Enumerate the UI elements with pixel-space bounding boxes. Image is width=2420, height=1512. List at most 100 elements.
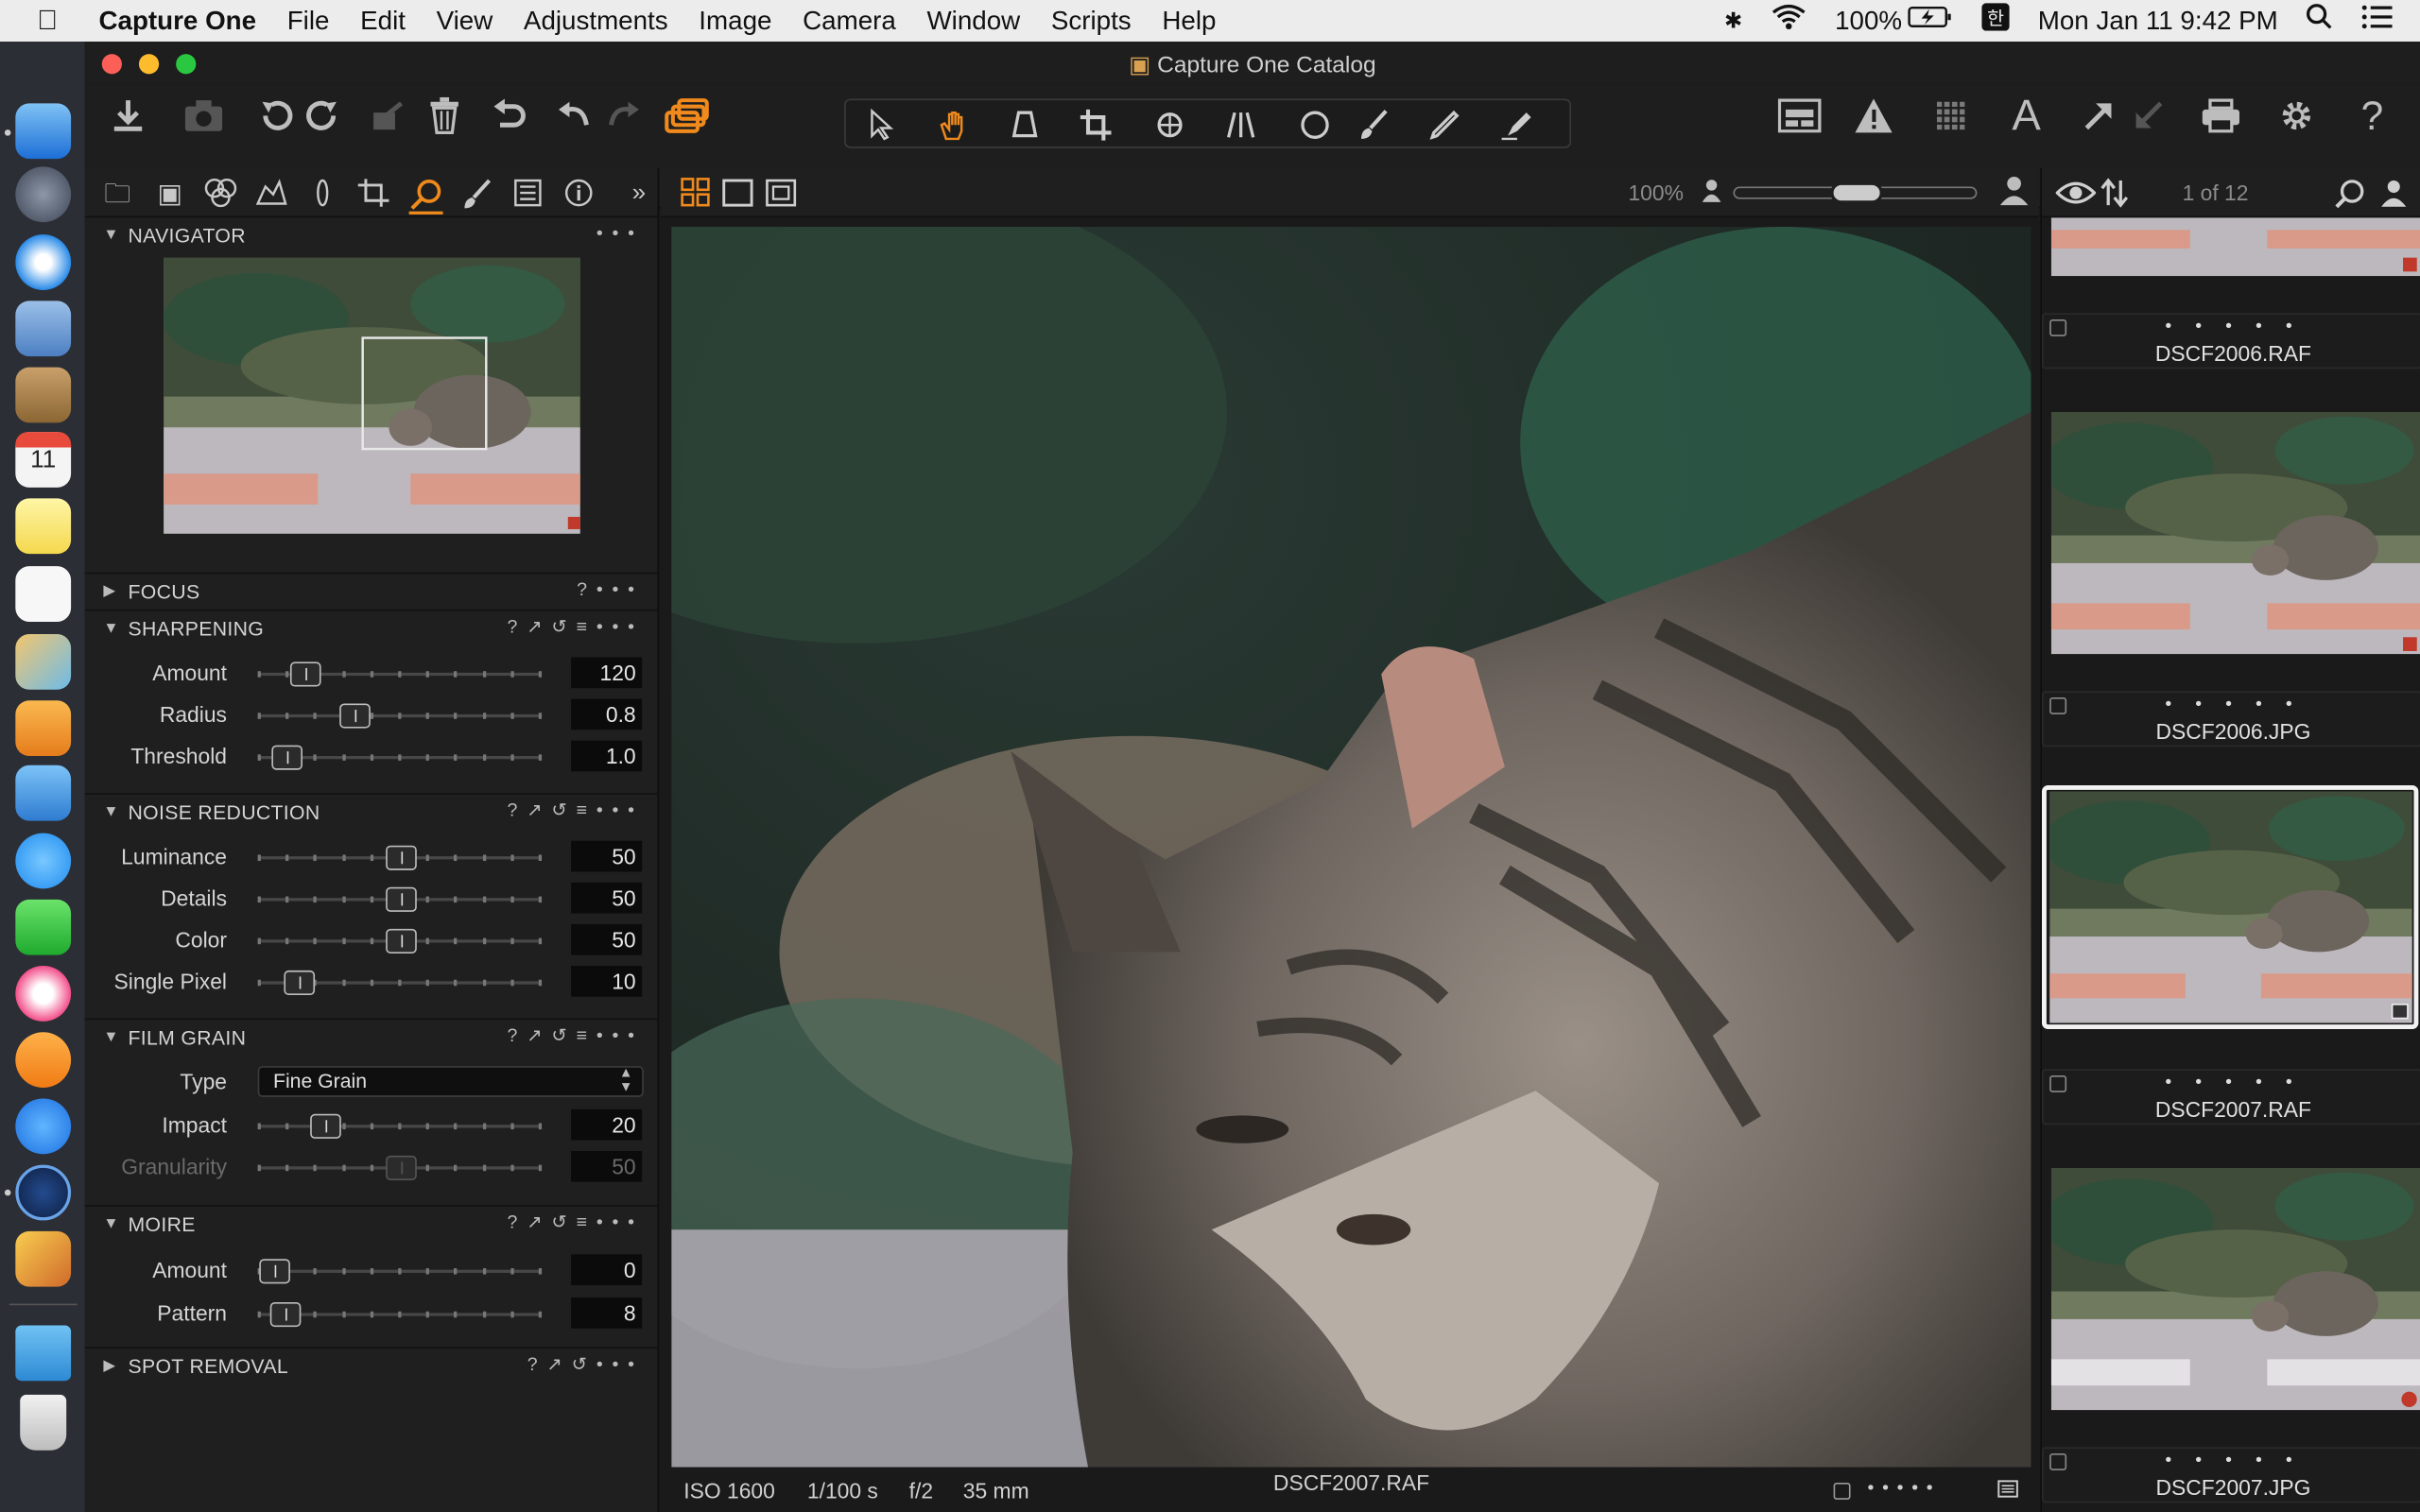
menu-clock[interactable]: Mon Jan 11 9:42 PM — [2038, 6, 2278, 37]
menu-scripts[interactable]: Scripts — [1051, 6, 1132, 37]
browser-search-icon[interactable] — [2334, 178, 2368, 219]
impact-value-field[interactable]: 20 — [571, 1108, 643, 1141]
thumbnail-rating[interactable]: • • • • • — [2044, 315, 2420, 336]
select-tool-icon[interactable] — [858, 100, 908, 149]
capture-camera-icon[interactable] — [179, 91, 228, 140]
slider-thumb[interactable] — [339, 703, 371, 729]
slider-thumb[interactable] — [289, 662, 321, 687]
single-pixel-slider[interactable] — [257, 970, 543, 996]
expand-triangle-icon[interactable]: ▶ — [103, 1357, 118, 1374]
ibooks-icon[interactable] — [15, 1032, 72, 1089]
zoom-slider[interactable] — [1733, 181, 1978, 204]
preferences-gear-icon[interactable] — [2272, 91, 2321, 140]
rotate-right-icon[interactable] — [300, 91, 349, 140]
thumbnail-image[interactable] — [2050, 411, 2420, 655]
tab-capture-camera-icon[interactable]: ▣ — [153, 178, 187, 212]
apple-icon[interactable]:  — [37, 5, 77, 37]
moire-amount-value-field[interactable]: 0 — [571, 1254, 643, 1285]
thumbnail-caption[interactable]: • • • • • DSCF2007.RAF — [2041, 1069, 2420, 1125]
spot-removal-header[interactable]: ▶ SPOT REMOVAL ?↗↺••• — [85, 1349, 659, 1383]
thumbnail-rating[interactable]: • • • • • — [2044, 1449, 2420, 1470]
input-source-icon[interactable]: 한 — [1981, 3, 2011, 39]
tool-header-icons[interactable]: ?↗↺≡••• — [508, 1211, 644, 1233]
trash-icon[interactable] — [20, 1394, 67, 1451]
tab-color-circles-icon[interactable] — [204, 178, 238, 212]
zoom-in-person-icon[interactable] — [1998, 174, 2030, 215]
tab-details-loupe-icon[interactable] — [409, 178, 443, 212]
sharpening-header[interactable]: ▼ SHARPENING ?↗↺≡••• — [85, 611, 659, 645]
text-overlay-icon[interactable]: A — [2002, 91, 2051, 140]
details-slider[interactable] — [257, 886, 543, 912]
capture-one-icon[interactable] — [15, 1164, 72, 1221]
moire-header[interactable]: ▼ MOIRE ?↗↺≡••• — [85, 1207, 659, 1241]
details-value-field[interactable]: 50 — [571, 882, 643, 914]
safari-icon[interactable] — [15, 234, 72, 290]
notification-center-icon[interactable] — [2361, 5, 2393, 37]
thumbnail-rating[interactable]: • • • • • — [2044, 1071, 2420, 1092]
sort-arrows-icon[interactable] — [2100, 178, 2129, 216]
thumbnail-image[interactable] — [2049, 791, 2412, 1023]
exposure-warning-icon[interactable] — [1849, 91, 1898, 140]
tab-metadata-info-icon[interactable] — [562, 178, 596, 212]
color-slider[interactable] — [257, 928, 543, 954]
zoom-out-person-icon[interactable] — [1701, 178, 1722, 214]
tab-library-folder-icon[interactable]: 🗀 — [100, 178, 134, 212]
help-and-more-icons[interactable]: ?••• — [577, 578, 644, 600]
iphoto-icon[interactable] — [15, 1230, 72, 1287]
spot-removal-tool-icon[interactable] — [1290, 100, 1340, 149]
view-eye-icon[interactable] — [2055, 178, 2097, 216]
keynote-icon[interactable] — [15, 765, 72, 821]
threshold-slider[interactable] — [257, 745, 543, 770]
copy-apply-icon[interactable] — [662, 91, 711, 140]
grid-icon[interactable] — [1927, 91, 1976, 140]
menu-image[interactable]: Image — [699, 6, 771, 37]
color-tag-icon[interactable] — [1997, 1478, 2019, 1504]
tab-composition-crop-icon[interactable] — [356, 178, 390, 212]
tab-local-adjustments-brush-icon[interactable] — [460, 178, 494, 212]
thumbnail-rating[interactable]: • • • • • — [2044, 693, 2420, 714]
rotate-left-icon[interactable] — [250, 91, 299, 140]
thumbnail-caption[interactable]: • • • • • DSCF2006.JPG — [2041, 691, 2420, 747]
pan-tool-icon[interactable] — [929, 100, 978, 149]
multi-view-grid-icon[interactable] — [681, 178, 712, 216]
wifi-icon[interactable] — [1770, 3, 1806, 39]
more-options-icon[interactable]: ••• — [596, 222, 644, 244]
menu-adjustments[interactable]: Adjustments — [524, 6, 668, 37]
color-value-field[interactable]: 50 — [571, 923, 643, 955]
collapse-triangle-icon[interactable]: ▼ — [103, 1215, 118, 1232]
slider-thumb[interactable] — [269, 1301, 302, 1328]
navigator-header[interactable]: ▼ NAVIGATOR ••• — [85, 217, 659, 251]
pattern-slider[interactable] — [257, 1301, 543, 1328]
spotlight-icon[interactable] — [2306, 3, 2333, 39]
tab-exposure-icon[interactable] — [254, 178, 288, 212]
thumbnail-image[interactable] — [2050, 1167, 2420, 1411]
collapse-triangle-icon[interactable]: ▼ — [103, 620, 118, 637]
mail-icon[interactable] — [15, 301, 72, 357]
copy-adjustments-icon[interactable] — [2074, 91, 2123, 140]
browser-person-icon[interactable] — [2380, 178, 2408, 216]
itunes-icon[interactable] — [15, 966, 72, 1022]
grain-type-select[interactable]: Fine Grain ▲ ▼ — [257, 1065, 644, 1097]
slider-thumb[interactable] — [386, 886, 417, 912]
messages-icon[interactable] — [15, 833, 72, 889]
proof-margin-icon[interactable] — [766, 178, 797, 216]
slider-thumb[interactable] — [271, 745, 302, 770]
menu-edit[interactable]: Edit — [360, 6, 406, 37]
single-pixel-value-field[interactable]: 10 — [571, 966, 643, 997]
collapse-triangle-icon[interactable]: ▼ — [103, 803, 118, 820]
app-store-icon[interactable] — [15, 1098, 72, 1155]
slider-thumb[interactable] — [386, 1155, 417, 1180]
crop-tool-icon[interactable] — [1071, 100, 1120, 149]
contacts-icon[interactable] — [15, 367, 72, 423]
bluetooth-icon[interactable]: ✱ — [1724, 8, 1742, 34]
undo-all-icon[interactable] — [485, 91, 534, 140]
collapse-triangle-icon[interactable]: ▼ — [103, 226, 118, 243]
battery-icon[interactable] — [1909, 5, 1955, 37]
tool-header-icons[interactable]: ?↗↺≡••• — [508, 615, 644, 637]
luminance-value-field[interactable]: 50 — [571, 840, 643, 872]
tool-header-icons[interactable]: ?↗↺≡••• — [508, 799, 644, 821]
menu-window[interactable]: Window — [926, 6, 1020, 37]
menu-view[interactable]: View — [437, 6, 493, 37]
thumbnail-image[interactable] — [2050, 217, 2420, 277]
collapse-triangle-icon[interactable]: ▼ — [103, 1028, 118, 1045]
